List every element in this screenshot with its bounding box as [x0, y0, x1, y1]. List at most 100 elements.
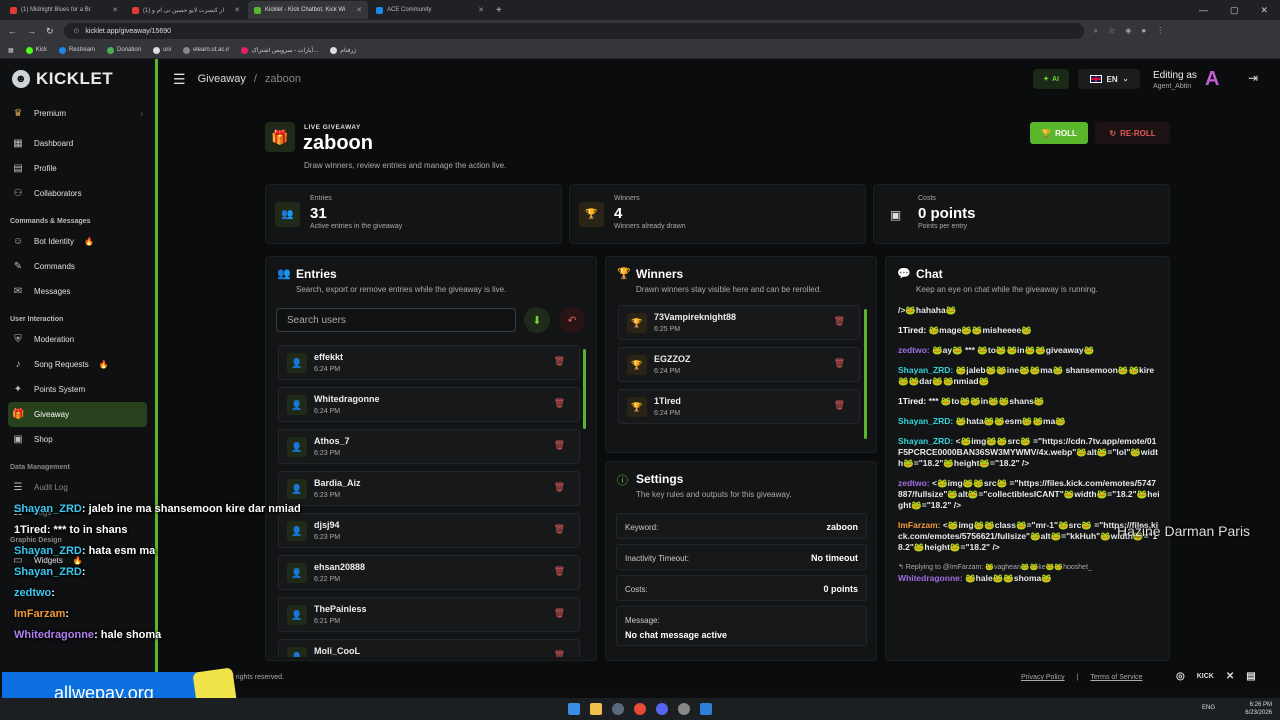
chat-username[interactable]: Whitedragonne:: [898, 573, 963, 583]
breadcrumb-giveaway[interactable]: Giveaway: [198, 73, 246, 85]
back-icon[interactable]: ←: [8, 26, 17, 36]
zoom-icon[interactable]: ⌕: [1094, 26, 1098, 36]
url-field[interactable]: ⊙ kicklet.app/giveaway/15690: [63, 23, 1084, 39]
browser-tab[interactable]: (1) از کنسرت لایو حسین تی ام و ✕: [126, 1, 246, 19]
trophy-icon: 🏆: [627, 355, 647, 375]
site-info-icon[interactable]: ⊙: [74, 27, 80, 35]
list-item: 🏆 EGZZOZ 6:24 PM 🗑: [618, 347, 860, 382]
remove-all-button[interactable]: ↶: [559, 307, 585, 333]
chrome-icon[interactable]: [634, 703, 646, 715]
sidebar-item-collaborators[interactable]: ⚇ Collaborators: [0, 181, 155, 206]
restream-icon: [59, 46, 67, 54]
discord-icon[interactable]: [656, 703, 668, 715]
chat-username[interactable]: Shayan_ZRD:: [898, 365, 953, 375]
close-tab-icon[interactable]: ✕: [234, 6, 240, 14]
maximize-icon[interactable]: ▢: [1230, 5, 1239, 16]
settings-icon[interactable]: [678, 703, 690, 715]
chat-username[interactable]: Shayan_ZRD:: [898, 436, 953, 446]
bookmark-item[interactable]: Restream: [59, 46, 95, 54]
sidebar-item-premium[interactable]: ♛ Premium ›: [0, 101, 155, 126]
window-close-icon[interactable]: ✕: [1260, 5, 1268, 16]
chat-title: Chat: [916, 267, 943, 281]
sidebar-item-profile[interactable]: ▤ Profile: [0, 156, 155, 181]
menu-toggle-icon[interactable]: ☰: [173, 71, 186, 88]
bookmark-item[interactable]: آپارات - سرویس اشتراک...: [241, 46, 318, 54]
vscode-icon[interactable]: [700, 703, 712, 715]
chat-username[interactable]: Shayan_ZRD:: [898, 416, 953, 426]
extension-icon[interactable]: ◈: [1125, 26, 1131, 36]
discord-icon[interactable]: ◎: [1176, 671, 1185, 683]
language-select[interactable]: EN ⌄: [1078, 69, 1140, 89]
trash-icon[interactable]: 🗑: [554, 440, 565, 451]
menu-icon[interactable]: ⋮: [1156, 26, 1164, 36]
file-explorer-icon[interactable]: [590, 703, 602, 715]
trash-icon[interactable]: 🗑: [554, 482, 565, 493]
reload-icon[interactable]: ↻: [46, 26, 54, 37]
windows-start-icon[interactable]: [568, 703, 580, 715]
app-icon[interactable]: [612, 703, 624, 715]
close-tab-icon[interactable]: ✕: [112, 6, 118, 14]
terms-of-service-link[interactable]: Terms of Service: [1090, 674, 1142, 681]
x-icon[interactable]: ✕: [1226, 671, 1234, 683]
chat-username[interactable]: ImFarzam:: [898, 520, 941, 530]
privacy-policy-link[interactable]: Privacy Policy: [1021, 674, 1065, 681]
bookmark-item[interactable]: Donation: [107, 46, 141, 54]
input-language[interactable]: ENG: [1202, 705, 1215, 711]
trash-icon[interactable]: 🗑: [554, 608, 565, 619]
bookmark-item[interactable]: Kick: [25, 46, 47, 54]
trash-icon[interactable]: 🗑: [554, 650, 565, 657]
clock[interactable]: 6:26 PM 6/23/2026: [1245, 701, 1272, 717]
chat-panel: 💬 Chat Keep an eye on chat while the giv…: [885, 256, 1170, 661]
sidebar-item-shop[interactable]: ▣ Shop: [0, 427, 155, 452]
roll-button[interactable]: 🏆 ROLL: [1030, 122, 1088, 144]
export-button[interactable]: ⬇: [524, 307, 550, 333]
sidebar-item-points-system[interactable]: ✦ Points System: [0, 377, 155, 402]
bookmark-item[interactable]: elearn.ut.ac.ir: [183, 46, 229, 54]
trash-icon[interactable]: 🗑: [554, 524, 565, 535]
trash-icon[interactable]: 🗑: [554, 566, 565, 577]
docs-icon[interactable]: ▤: [1246, 671, 1255, 683]
sidebar-item-audit-log[interactable]: ☰ Audit Log: [0, 475, 155, 500]
bookmark-star-icon[interactable]: ☆: [1108, 26, 1115, 36]
trash-icon[interactable]: 🗑: [554, 356, 565, 367]
sidebar-item-song-requests[interactable]: ♪ Song Requests 🔥: [0, 352, 155, 377]
sidebar-item-messages[interactable]: ✉ Messages: [0, 279, 155, 304]
sidebar-item-moderation[interactable]: ⛨ Moderation: [0, 327, 155, 352]
chat-username[interactable]: 1Tired:: [898, 396, 926, 406]
logout-icon[interactable]: ⇥: [1248, 71, 1258, 85]
sidebar-item-commands[interactable]: ✎ Commands: [0, 254, 155, 279]
browser-tab-active[interactable]: Kicklet - Kick Chatbot, Kick Wi ✕: [248, 1, 368, 19]
sidebar-item-giveaway[interactable]: 🎁 Giveaway: [8, 402, 147, 427]
users-icon: ⚇: [13, 188, 23, 199]
trash-icon[interactable]: 🗑: [834, 358, 845, 369]
minimize-icon[interactable]: —: [1199, 5, 1208, 16]
sidebar-item-bot-identity[interactable]: ☺ Bot Identity 🔥: [0, 229, 155, 254]
chat-username[interactable]: 1Tired:: [898, 325, 926, 335]
trash-icon[interactable]: 🗑: [834, 400, 845, 411]
browser-tab[interactable]: (1) Midnight Blues for a Br ✕: [4, 1, 124, 19]
kick-link[interactable]: KICK: [1197, 671, 1214, 683]
browser-tab[interactable]: ACE Community ✕: [370, 1, 490, 19]
avatar[interactable]: A: [1205, 68, 1225, 90]
browser-tab-strip: (1) Midnight Blues for a Br ✕ (1) از کنسر…: [0, 0, 1280, 20]
search-input[interactable]: Search users: [276, 308, 516, 332]
reroll-button[interactable]: ↻ RE-ROLL: [1095, 122, 1170, 144]
chat-username[interactable]: zedtwo:: [898, 345, 930, 355]
apps-icon[interactable]: ▦: [8, 47, 14, 54]
bookmark-item[interactable]: ژرفنام: [330, 46, 356, 54]
close-tab-icon[interactable]: ✕: [478, 6, 484, 14]
trash-icon[interactable]: 🗑: [554, 398, 565, 409]
close-tab-icon[interactable]: ✕: [356, 6, 362, 14]
forward-icon[interactable]: →: [27, 26, 36, 36]
sidebar-item-dashboard[interactable]: ▦ Dashboard: [0, 131, 155, 156]
trash-icon[interactable]: 🗑: [834, 316, 845, 327]
sparkle-icon: ✦: [1043, 76, 1049, 83]
brand-logo[interactable]: ☻ KICKLET: [0, 59, 155, 99]
chat-username[interactable]: zedtwo:: [898, 478, 930, 488]
ai-button[interactable]: ✦ AI: [1033, 69, 1069, 89]
new-tab-icon[interactable]: +: [496, 5, 502, 16]
bookmark-item[interactable]: uni: [153, 46, 171, 54]
profile-icon[interactable]: ●: [1141, 26, 1146, 36]
winners-scrollbar[interactable]: [864, 309, 867, 439]
entries-scrollbar[interactable]: [583, 349, 586, 429]
